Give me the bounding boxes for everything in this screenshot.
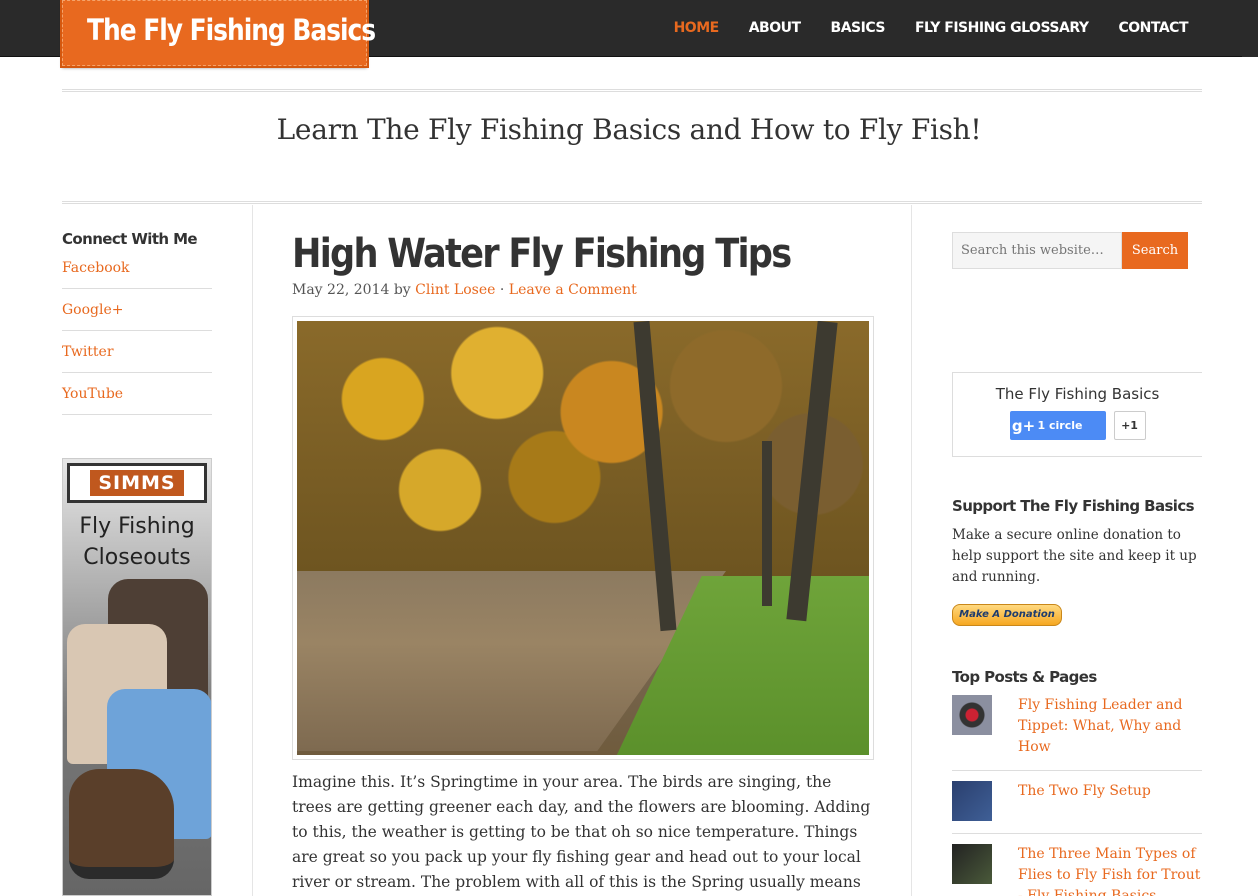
top-posts-widget: Top Posts & Pages Fly Fishing Leader and…: [952, 668, 1202, 896]
support-title: Support The Fly Fishing Basics: [952, 497, 1195, 515]
post-body: Imagine this. It’s Springtime in your ar…: [292, 773, 871, 891]
google-plus-link[interactable]: Google+: [62, 301, 124, 319]
post-thumbnail[interactable]: [952, 844, 992, 884]
ad-line-1: Fly Fishing: [79, 514, 195, 539]
top-post-link[interactable]: The Three Main Types of Flies to Fly Fis…: [1018, 844, 1202, 896]
list-item: Google+: [62, 289, 212, 331]
support-text: Make a secure online donation to help su…: [952, 527, 1197, 585]
river-photo: [297, 321, 869, 755]
simms-brand: SIMMS: [90, 470, 184, 496]
simms-ad-banner[interactable]: SIMMS Fly Fishing Closeouts: [62, 458, 212, 896]
post-thumbnail[interactable]: [952, 695, 992, 735]
post-date: May 22, 2014: [292, 282, 390, 298]
nav-glossary[interactable]: FLY FISHING GLOSSARY: [915, 20, 1089, 36]
right-column-divider: [911, 205, 912, 896]
twitter-link[interactable]: Twitter: [62, 343, 114, 361]
nav-contact[interactable]: CONTACT: [1118, 20, 1188, 36]
tagline-rule-top: [62, 89, 1202, 92]
gplus-circle-count: 1 circle: [1037, 419, 1083, 432]
post-author-link[interactable]: Clint Losee: [415, 282, 495, 298]
post-featured-image: [292, 316, 874, 760]
meta-separator: ·: [499, 282, 505, 298]
list-item: Facebook: [62, 257, 212, 289]
post-by: by: [393, 282, 411, 298]
post-meta: May 22, 2014 by Clint Losee · Leave a Co…: [292, 282, 872, 298]
gplus-follow-button[interactable]: g+ 1 circle: [1009, 411, 1106, 440]
facebook-link[interactable]: Facebook: [62, 259, 130, 277]
leave-comment-link[interactable]: Leave a Comment: [509, 282, 637, 298]
post-thumbnail[interactable]: [952, 781, 992, 821]
right-sidebar: Search: [952, 232, 1202, 269]
tagline-rule-bottom: [62, 201, 1202, 204]
gplus-actions: g+ 1 circle +1: [953, 411, 1202, 440]
boot-image: [69, 769, 174, 879]
google-plus-badge: The Fly Fishing Basics g+ 1 circle +1: [952, 372, 1202, 457]
simms-logo: SIMMS: [67, 463, 207, 503]
header-edge: [1242, 0, 1258, 57]
top-post-link[interactable]: Fly Fishing Leader and Tippet: What, Why…: [1018, 695, 1202, 758]
top-posts-list: Fly Fishing Leader and Tippet: What, Why…: [952, 695, 1202, 896]
search-button[interactable]: Search: [1122, 232, 1188, 269]
post-header: High Water Fly Fishing Tips May 22, 2014…: [292, 230, 872, 298]
gplus-page-name[interactable]: The Fly Fishing Basics: [953, 385, 1202, 403]
social-links: Facebook Google+ Twitter YouTube: [62, 257, 212, 415]
list-item: YouTube: [62, 373, 212, 415]
tree-trunk: [762, 441, 772, 606]
nav-basics[interactable]: BASICS: [831, 20, 886, 36]
list-item: Twitter: [62, 331, 212, 373]
left-sidebar: Connect With Me Facebook Google+ Twitter…: [62, 230, 212, 415]
support-widget: Support The Fly Fishing Basics Make a se…: [952, 497, 1202, 626]
post-title[interactable]: High Water Fly Fishing Tips: [292, 230, 802, 278]
search-input[interactable]: [952, 232, 1122, 269]
site-tagline: Learn The Fly Fishing Basics and How to …: [276, 113, 982, 146]
list-item: The Three Main Types of Flies to Fly Fis…: [952, 844, 1202, 896]
left-column-divider: [252, 205, 253, 896]
autumn-trees: [297, 321, 869, 581]
donate-button[interactable]: Make A Donation: [952, 604, 1062, 626]
connect-title: Connect With Me: [62, 230, 198, 248]
nav-about[interactable]: ABOUT: [749, 20, 801, 36]
youtube-link[interactable]: YouTube: [62, 385, 123, 403]
list-item: Fly Fishing Leader and Tippet: What, Why…: [952, 695, 1202, 771]
site-logo[interactable]: The Fly Fishing Basics: [60, 0, 376, 68]
nav-home[interactable]: HOME: [674, 20, 720, 36]
google-plus-icon: g+: [1011, 416, 1036, 435]
search-form: Search: [952, 232, 1202, 269]
ad-headline: Fly Fishing Closeouts: [63, 511, 211, 573]
list-item: The Two Fly Setup: [952, 781, 1202, 834]
main-nav: HOME ABOUT BASICS FLY FISHING GLOSSARY C…: [644, 20, 1189, 36]
site-logo-text: The Fly Fishing Basics: [87, 13, 376, 47]
top-posts-title: Top Posts & Pages: [952, 668, 1097, 686]
plus-one-button[interactable]: +1: [1113, 411, 1146, 440]
top-post-link[interactable]: The Two Fly Setup: [1018, 781, 1151, 821]
ad-line-2: Closeouts: [83, 545, 191, 570]
